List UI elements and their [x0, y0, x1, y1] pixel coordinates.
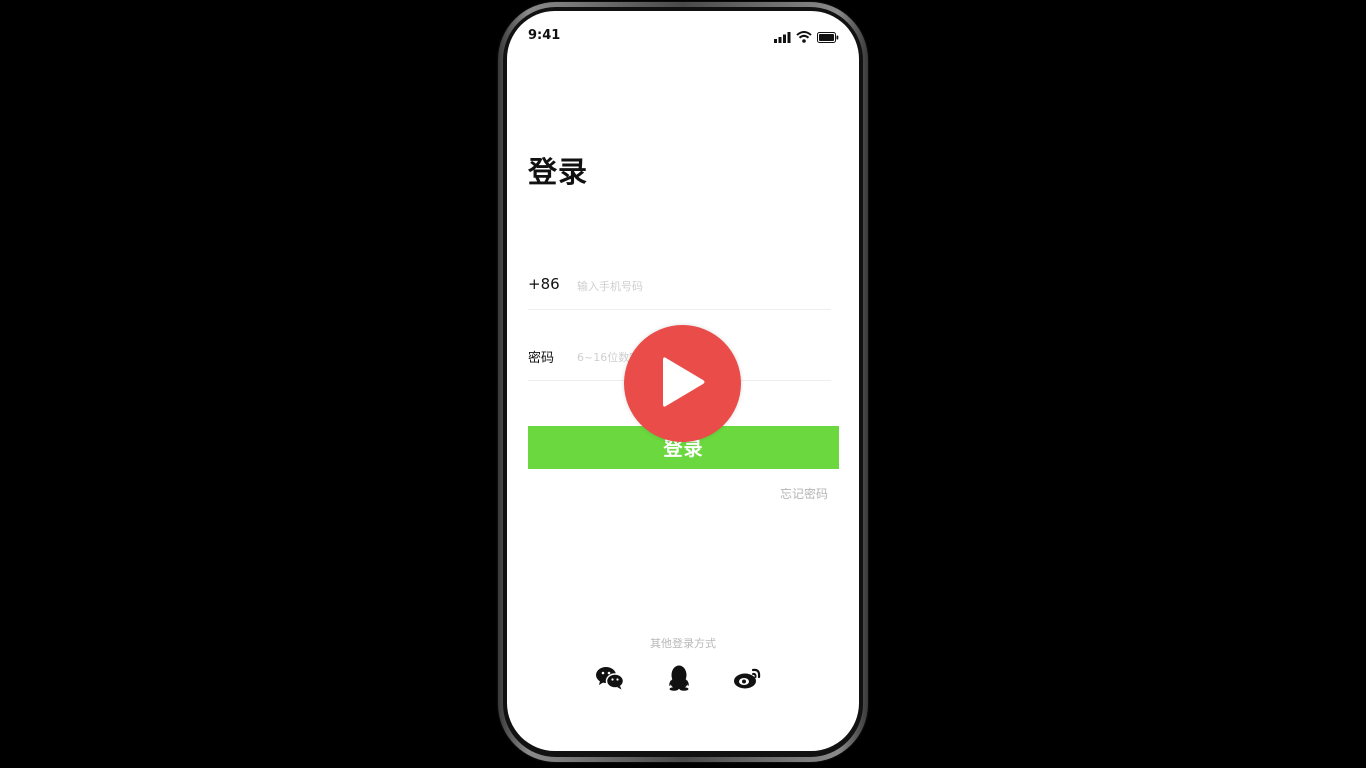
phone-input[interactable] [577, 275, 827, 297]
wechat-icon [596, 666, 625, 694]
phone-field: +86 [528, 273, 831, 310]
weibo-icon [733, 666, 763, 694]
qq-icon [668, 665, 690, 695]
battery-icon [817, 28, 839, 47]
play-icon [660, 355, 706, 413]
weibo-login-button[interactable] [733, 666, 763, 694]
forgot-password-link[interactable]: 忘记密码 [780, 485, 828, 502]
wifi-icon [796, 28, 812, 47]
signal-icon [774, 28, 791, 47]
status-time: 9:41 [528, 28, 561, 43]
other-login-label: 其他登录方式 [650, 637, 716, 650]
page-title: 登录 [528, 155, 589, 189]
qq-login-button[interactable] [664, 665, 694, 695]
password-label: 密码 [528, 351, 555, 366]
wechat-login-button[interactable] [595, 666, 625, 694]
video-play-button[interactable] [624, 325, 741, 442]
country-code[interactable]: +86 [528, 275, 560, 293]
status-icons [774, 28, 839, 47]
